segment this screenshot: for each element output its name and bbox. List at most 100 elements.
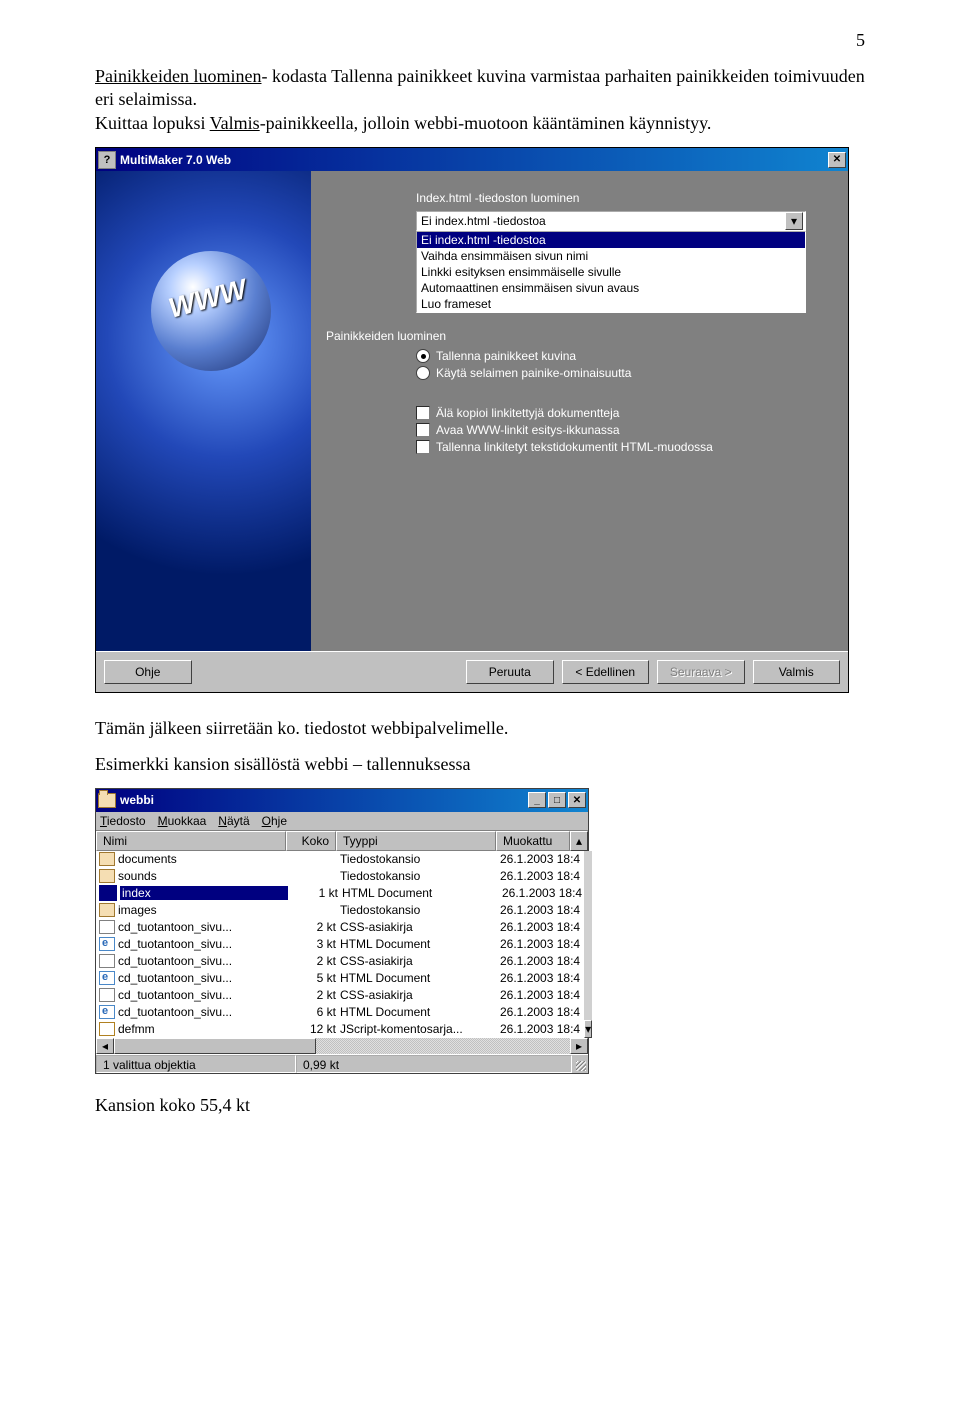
combobox-value: Ei index.html -tiedostoa xyxy=(421,214,785,228)
checkbox-icon xyxy=(416,423,430,437)
check-open-links[interactable]: Avaa WWW-linkit esitys-ikkunassa xyxy=(416,423,834,437)
file-modified: 26.1.2003 18:4 xyxy=(500,988,584,1002)
menu-edit[interactable]: Muokkaa xyxy=(158,814,207,828)
table-row[interactable]: index1 ktHTML Document26.1.2003 18:4 xyxy=(96,885,584,902)
file-icon xyxy=(99,852,115,866)
file-icon xyxy=(99,920,115,934)
dialog-titlebar: ? MultiMaker 7.0 Web ✕ xyxy=(96,148,848,171)
file-icon xyxy=(99,988,115,1002)
file-icon xyxy=(99,885,117,901)
file-name: cd_tuotantoon_sivu... xyxy=(118,1005,286,1019)
next-button: Seuraava > xyxy=(657,660,745,684)
file-modified: 26.1.2003 18:4 xyxy=(502,886,584,900)
list-item[interactable]: Luo frameset xyxy=(417,296,805,312)
checkbox-icon xyxy=(416,440,430,454)
header-type[interactable]: Tyyppi xyxy=(336,831,496,851)
file-type: Tiedostokansio xyxy=(340,869,500,883)
file-size: 1 kt xyxy=(288,886,342,900)
radio-browser-buttons[interactable]: Käytä selaimen painike-ominaisuutta xyxy=(416,366,834,380)
table-row[interactable]: cd_tuotantoon_sivu...2 ktCSS-asiakirja26… xyxy=(96,919,584,936)
file-modified: 26.1.2003 18:4 xyxy=(500,869,584,883)
header-name[interactable]: Nimi xyxy=(96,831,286,851)
file-icon xyxy=(99,954,115,968)
chevron-down-icon[interactable]: ▾ xyxy=(785,212,803,230)
file-size: 2 kt xyxy=(286,988,340,1002)
back-button[interactable]: < Edellinen xyxy=(562,660,650,684)
check-no-copy[interactable]: Älä kopioi linkitettyjä dokumentteja xyxy=(416,406,834,420)
menubar: Tiedosto Muokkaa Näytä Ohje xyxy=(96,812,588,831)
page-number: 5 xyxy=(95,30,865,51)
file-modified: 26.1.2003 18:4 xyxy=(500,1022,584,1036)
index-listbox[interactable]: Ei index.html -tiedostoa Vaihda ensimmäi… xyxy=(416,231,806,313)
intro-underline-1: Painikkeiden luominen xyxy=(95,66,261,86)
finish-button[interactable]: Valmis xyxy=(753,660,841,684)
list-item[interactable]: Vaihda ensimmäisen sivun nimi xyxy=(417,248,805,264)
file-type: CSS-asiakirja xyxy=(340,954,500,968)
table-row[interactable]: documentsTiedostokansio26.1.2003 18:4 xyxy=(96,851,584,868)
wizard-dialog: ? MultiMaker 7.0 Web ✕ WWW Index.html -t… xyxy=(95,147,849,693)
radio-icon xyxy=(416,349,430,363)
file-icon xyxy=(99,869,115,883)
menu-view[interactable]: Näytä xyxy=(218,814,249,828)
table-row[interactable]: cd_tuotantoon_sivu...6 ktHTML Document26… xyxy=(96,1004,584,1021)
dialog-title: MultiMaker 7.0 Web xyxy=(120,153,231,167)
radio-save-images[interactable]: Tallenna painikkeet kuvina xyxy=(416,349,834,363)
file-name: documents xyxy=(118,852,286,866)
footer-size: Kansion koko 55,4 kt xyxy=(95,1094,865,1117)
example-paragraph: Esimerkki kansion sisällöstä webbi – tal… xyxy=(95,753,865,776)
file-list: documentsTiedostokansio26.1.2003 18:4sou… xyxy=(96,851,588,1038)
minimize-icon[interactable]: _ xyxy=(528,792,546,808)
resize-grip-icon[interactable] xyxy=(572,1055,588,1073)
radio-icon xyxy=(416,366,430,380)
table-row[interactable]: cd_tuotantoon_sivu...5 ktHTML Document26… xyxy=(96,970,584,987)
table-row[interactable]: cd_tuotantoon_sivu...3 ktHTML Document26… xyxy=(96,936,584,953)
index-combobox[interactable]: Ei index.html -tiedostoa ▾ xyxy=(416,211,806,231)
menu-file[interactable]: Tiedosto xyxy=(100,814,146,828)
file-type: JScript-komentosarja... xyxy=(340,1022,500,1036)
file-type: Tiedostokansio xyxy=(340,852,500,866)
check-label: Avaa WWW-linkit esitys-ikkunassa xyxy=(436,423,620,437)
table-row[interactable]: imagesTiedostokansio26.1.2003 18:4 xyxy=(96,902,584,919)
header-modified[interactable]: Muokattu xyxy=(496,831,570,851)
maximize-icon[interactable]: □ xyxy=(548,792,566,808)
help-button[interactable]: Ohje xyxy=(104,660,192,684)
intro-text-3: -painikkeella, jolloin webbi-muotoon kää… xyxy=(260,113,712,133)
app-icon: ? xyxy=(98,151,116,169)
table-row[interactable]: cd_tuotantoon_sivu...2 ktCSS-asiakirja26… xyxy=(96,953,584,970)
file-icon xyxy=(99,903,115,917)
scroll-down-icon[interactable]: ▾ xyxy=(584,1020,592,1038)
file-modified: 26.1.2003 18:4 xyxy=(500,971,584,985)
file-type: Tiedostokansio xyxy=(340,903,500,917)
scrollbar-thumb[interactable] xyxy=(114,1038,316,1054)
horizontal-scrollbar[interactable]: ◂ ▸ xyxy=(96,1038,588,1054)
status-selection: 1 valittua objektia xyxy=(96,1055,296,1073)
scroll-right-icon[interactable]: ▸ xyxy=(570,1038,588,1054)
vertical-scrollbar[interactable]: ▾ xyxy=(584,851,592,1038)
table-row[interactable]: cd_tuotantoon_sivu...2 ktCSS-asiakirja26… xyxy=(96,987,584,1004)
checkbox-icon xyxy=(416,406,430,420)
table-row[interactable]: defmm12 ktJScript-komentosarja...26.1.20… xyxy=(96,1021,584,1038)
file-size: 5 kt xyxy=(286,971,340,985)
file-type: HTML Document xyxy=(340,937,500,951)
file-name: cd_tuotantoon_sivu... xyxy=(118,988,286,1002)
column-headers: Nimi Koko Tyyppi Muokattu ▴ xyxy=(96,831,588,851)
check-save-html[interactable]: Tallenna linkitetyt tekstidokumentit HTM… xyxy=(416,440,834,454)
file-modified: 26.1.2003 18:4 xyxy=(500,1005,584,1019)
list-item[interactable]: Ei index.html -tiedostoa xyxy=(417,232,805,248)
scroll-up-icon[interactable]: ▴ xyxy=(570,831,588,851)
intro-paragraph: Painikkeiden luominen- kodasta Tallenna … xyxy=(95,65,865,135)
scroll-left-icon[interactable]: ◂ xyxy=(96,1038,114,1054)
close-icon[interactable]: ✕ xyxy=(828,152,846,168)
list-item[interactable]: Linkki esityksen ensimmäiselle sivulle xyxy=(417,264,805,280)
file-icon xyxy=(99,971,115,985)
explorer-title: webbi xyxy=(120,793,154,807)
menu-help[interactable]: Ohje xyxy=(262,814,287,828)
file-name: defmm xyxy=(118,1022,286,1036)
close-icon[interactable]: ✕ xyxy=(568,792,586,808)
file-name: cd_tuotantoon_sivu... xyxy=(118,937,286,951)
list-item[interactable]: Automaattinen ensimmäisen sivun avaus xyxy=(417,280,805,296)
explorer-titlebar: webbi _ □ ✕ xyxy=(96,789,588,812)
cancel-button[interactable]: Peruuta xyxy=(466,660,554,684)
table-row[interactable]: soundsTiedostokansio26.1.2003 18:4 xyxy=(96,868,584,885)
header-size[interactable]: Koko xyxy=(286,831,336,851)
